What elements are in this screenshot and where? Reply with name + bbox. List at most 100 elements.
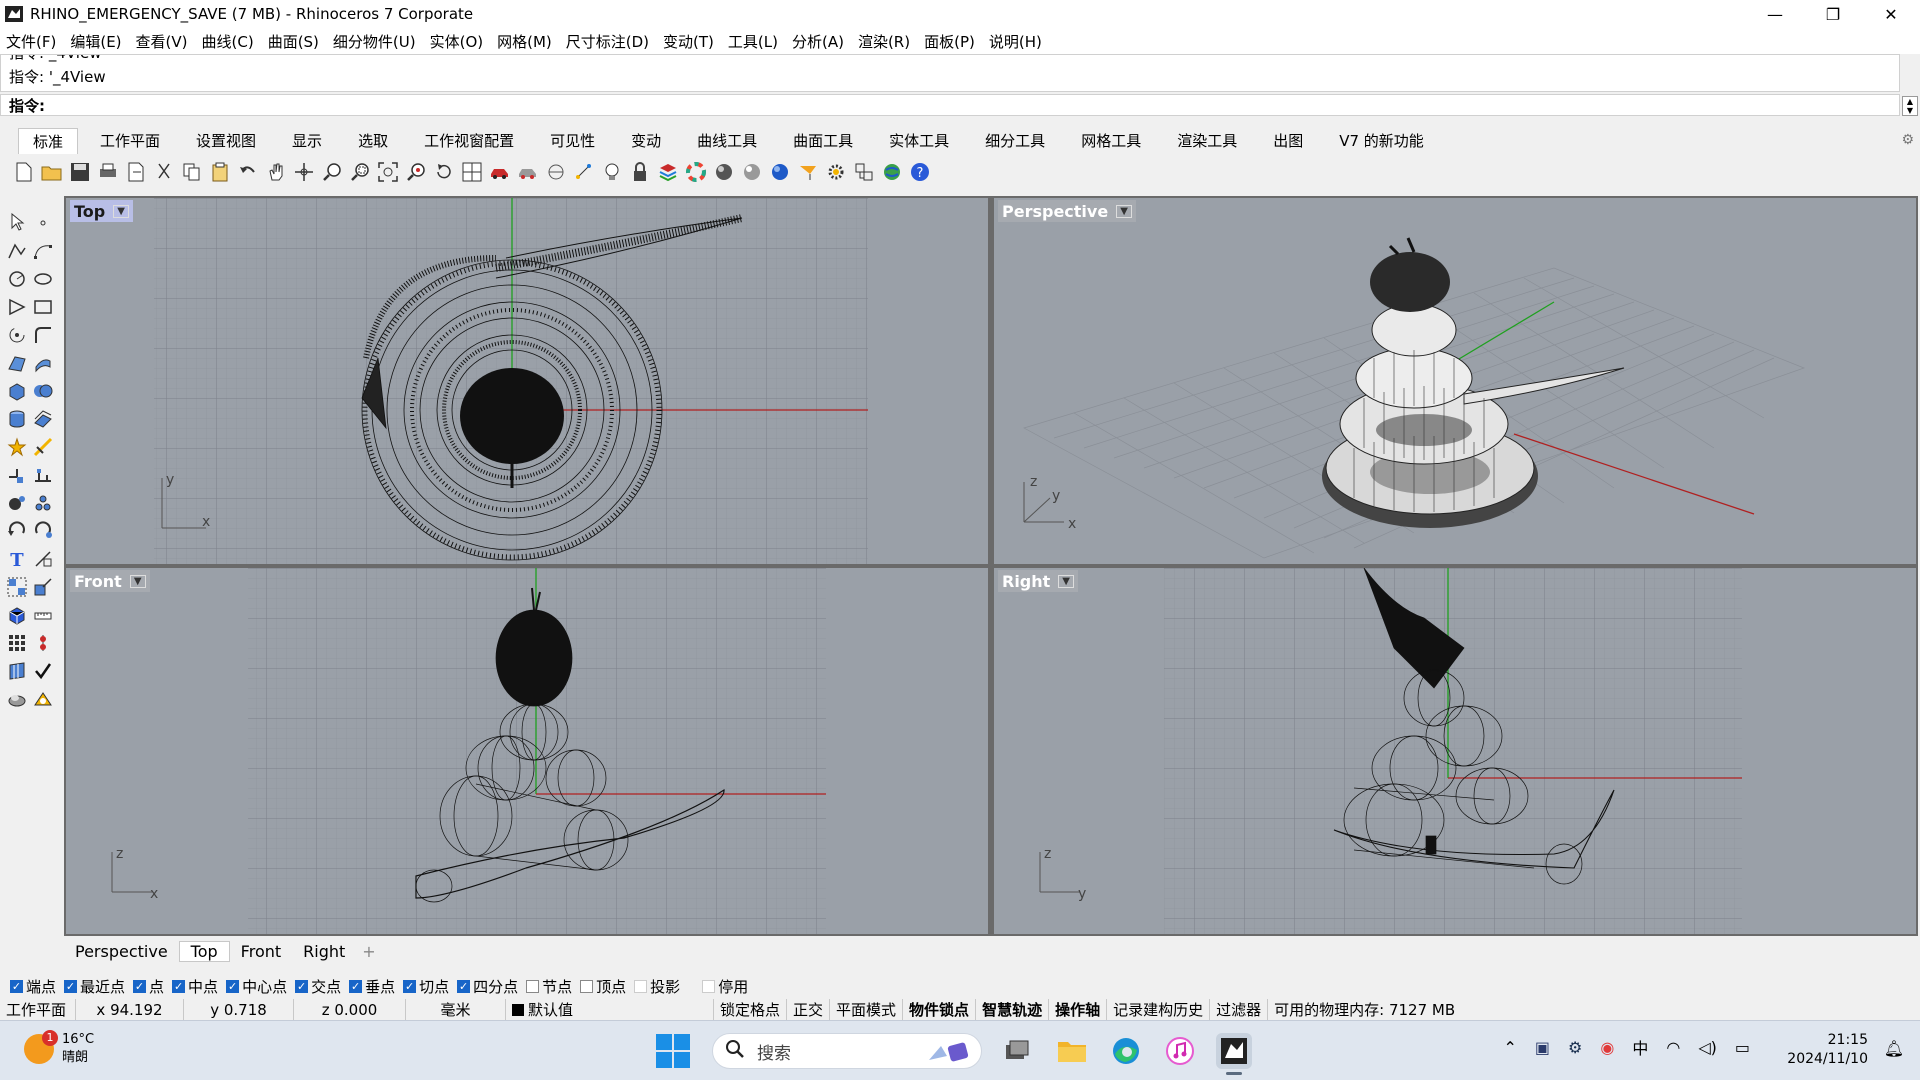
arc-icon[interactable] xyxy=(4,322,30,348)
explode-icon[interactable] xyxy=(4,434,30,460)
tab-visibility[interactable]: 可见性 xyxy=(536,128,609,154)
checkbox-checked-icon[interactable]: ✓ xyxy=(457,979,471,993)
viewport-label-top[interactable]: Top ▼ xyxy=(70,200,133,222)
taskbar-search[interactable]: 搜索 xyxy=(712,1033,982,1069)
tab-new-in-v7[interactable]: V7 的新功能 xyxy=(1325,128,1438,154)
tab-render-tools[interactable]: 渲染工具 xyxy=(1163,128,1251,154)
battery-icon[interactable]: ▭ xyxy=(1735,1038,1750,1057)
tab-curve-tools[interactable]: 曲线工具 xyxy=(683,128,771,154)
copy-icon[interactable] xyxy=(180,160,204,184)
check-icon[interactable] xyxy=(30,658,56,684)
viewport-label-right[interactable]: Right ▼ xyxy=(998,570,1078,592)
rhino-taskbar-icon[interactable] xyxy=(1216,1033,1252,1075)
gear-icon[interactable]: ⚙ xyxy=(1901,132,1914,148)
menu-surface[interactable]: 曲面(S) xyxy=(268,31,319,52)
viewport-front[interactable]: z x Front ▼ xyxy=(66,568,988,934)
scale-icon[interactable] xyxy=(30,574,56,600)
options-gear-icon[interactable] xyxy=(824,160,848,184)
ground-plane-icon[interactable] xyxy=(796,160,820,184)
ruler-icon[interactable] xyxy=(30,602,56,628)
toggle-gumball[interactable]: 操作轴 xyxy=(1049,999,1108,1021)
render-object-icon[interactable] xyxy=(30,686,56,712)
analyze-icon[interactable] xyxy=(30,630,56,656)
rotate3d-icon[interactable] xyxy=(30,518,56,544)
close-button[interactable]: ✕ xyxy=(1862,0,1920,28)
zoom-window-icon[interactable] xyxy=(348,160,372,184)
menu-transform[interactable]: 变动(T) xyxy=(663,31,714,52)
group-icon[interactable] xyxy=(4,574,30,600)
checkbox-checked-icon[interactable]: ✓ xyxy=(10,979,23,993)
osnap-vertex[interactable]: 顶点 xyxy=(580,976,626,997)
four-view-icon[interactable] xyxy=(460,160,484,184)
select-points-icon[interactable] xyxy=(572,160,596,184)
maximize-button[interactable]: ❐ xyxy=(1804,0,1862,28)
menu-mesh[interactable]: 网格(M) xyxy=(497,31,552,52)
point-icon[interactable] xyxy=(30,210,56,236)
cut-icon[interactable] xyxy=(152,160,176,184)
osnap-end[interactable]: ✓ 端点 xyxy=(10,976,56,997)
split-icon[interactable] xyxy=(30,434,56,460)
music-tray-icon[interactable]: ◉ xyxy=(1600,1038,1614,1057)
fillet-curve-icon[interactable] xyxy=(30,322,56,348)
toggle-ortho[interactable]: 正交 xyxy=(787,999,831,1021)
select-arrow-icon[interactable] xyxy=(4,209,30,235)
menu-curve[interactable]: 曲线(C) xyxy=(202,31,254,52)
tab-surface-tools[interactable]: 曲面工具 xyxy=(779,128,867,154)
vp-tab-front[interactable]: Front xyxy=(230,942,292,961)
weather-widget[interactable]: 1 16°C 晴朗 xyxy=(24,1030,94,1067)
menu-help[interactable]: 说明(H) xyxy=(989,31,1042,52)
tab-mesh-tools[interactable]: 网格工具 xyxy=(1067,128,1155,154)
undo-view-icon[interactable] xyxy=(432,160,456,184)
windows-start-icon[interactable] xyxy=(656,1034,690,1068)
rotate-icon[interactable] xyxy=(4,518,30,544)
viewport-label-front[interactable]: Front ▼ xyxy=(70,570,150,592)
chevron-down-icon[interactable]: ▼ xyxy=(113,204,129,218)
menu-panels[interactable]: 面板(P) xyxy=(924,31,975,52)
viewport-perspective[interactable]: z y x Perspective ▼ xyxy=(994,198,1916,564)
snap-target-icon[interactable] xyxy=(544,160,568,184)
chevron-down-icon[interactable]: ▼ xyxy=(1058,574,1074,588)
align-icon[interactable] xyxy=(30,462,56,488)
menu-file[interactable]: 文件(F) xyxy=(6,31,56,52)
tab-transform[interactable]: 变动 xyxy=(617,128,675,154)
box-solid-icon[interactable] xyxy=(4,378,30,404)
surface-corner-icon[interactable] xyxy=(4,350,30,376)
tab-viewport-layout[interactable]: 工作视窗配置 xyxy=(410,128,528,154)
checkbox-checked-icon[interactable]: ✓ xyxy=(349,979,363,993)
toggle-osnap[interactable]: 物件锁点 xyxy=(903,999,977,1021)
osnap-point[interactable]: ✓ 点 xyxy=(133,976,164,997)
menu-dimension[interactable]: 尺寸标注(D) xyxy=(566,31,649,52)
toggle-smarttrack[interactable]: 智慧轨迹 xyxy=(976,999,1050,1021)
tab-set-view[interactable]: 设置视图 xyxy=(182,128,270,154)
osnap-project[interactable]: 投影 xyxy=(634,976,680,997)
print-icon[interactable] xyxy=(96,160,120,184)
command-scroll-icon[interactable]: ▲ ▼ xyxy=(1902,96,1918,116)
osnap-quad[interactable]: ✓ 四分点 xyxy=(457,976,518,997)
undo-icon[interactable] xyxy=(236,160,260,184)
shell-surface-icon[interactable] xyxy=(4,658,30,684)
menu-solid[interactable]: 实体(O) xyxy=(430,31,484,52)
checkbox-unchecked-icon[interactable] xyxy=(634,979,648,993)
export-icon[interactable] xyxy=(124,160,148,184)
save-icon[interactable] xyxy=(68,160,92,184)
text-icon[interactable]: T xyxy=(4,546,30,572)
viewport-top[interactable]: y x Top ▼ xyxy=(66,198,988,564)
osnap-disable[interactable]: 停用 xyxy=(702,976,748,997)
color-wheel-icon[interactable] xyxy=(684,160,708,184)
checkbox-unchecked-icon[interactable] xyxy=(702,979,716,993)
checkbox-checked-icon[interactable]: ✓ xyxy=(133,979,147,993)
add-viewport-icon[interactable]: + xyxy=(362,942,375,961)
surface-extrude-icon[interactable] xyxy=(30,350,56,376)
zoom-extents-icon[interactable] xyxy=(376,160,400,184)
open-folder-icon[interactable] xyxy=(40,160,64,184)
tab-solid-tools[interactable]: 实体工具 xyxy=(875,128,963,154)
osnap-mid[interactable]: ✓ 中点 xyxy=(172,976,218,997)
tab-select[interactable]: 选取 xyxy=(344,128,402,154)
offset-surface-icon[interactable] xyxy=(30,406,56,432)
music-app-icon[interactable] xyxy=(1162,1033,1198,1069)
mesh-object-icon[interactable] xyxy=(4,686,30,712)
chevron-up-icon[interactable]: ⌃ xyxy=(1504,1038,1517,1057)
volume-icon[interactable]: ◁) xyxy=(1698,1038,1717,1057)
checkbox-unchecked-icon[interactable] xyxy=(526,979,540,993)
boolean-union-icon[interactable] xyxy=(30,378,56,404)
